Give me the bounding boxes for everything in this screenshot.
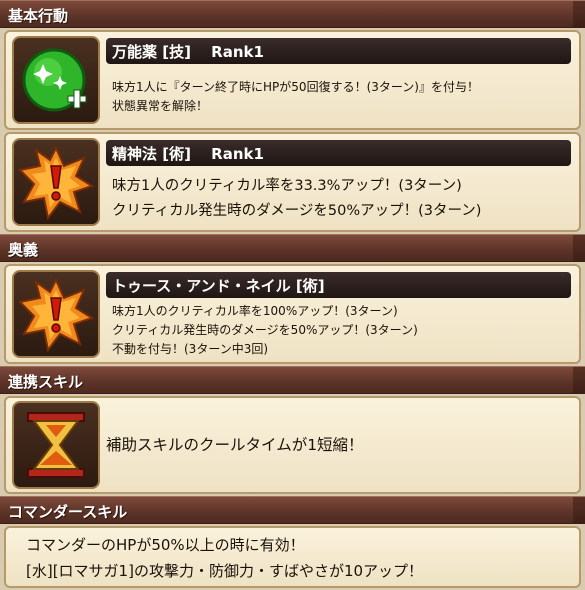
hourglass-icon	[27, 412, 85, 478]
skill-card-bannouyaku[interactable]: 万能薬 [技] Rank1 味方1人に『ターン終了時にHPが50回復する！(3タ…	[4, 30, 581, 130]
skill-icon-frame	[12, 401, 100, 489]
skill-card-seishinhou[interactable]: 精神法 [術] Rank1 味方1人のクリティカル率を33.3%アップ！(3ター…	[4, 132, 581, 232]
section-title: 連携スキル	[8, 373, 84, 391]
description-line: 味方1人のクリティカル率を33.3%アップ！(3ターン)	[112, 178, 462, 194]
description-line: 味方1人のクリティカル率を100%アップ！(3ターン)	[112, 304, 398, 318]
section-title: コマンダースキル	[8, 503, 128, 521]
section-header-commander: コマンダースキル	[0, 496, 585, 524]
description-line: クリティカル発生時のダメージを50%アップ！(3ターン)	[112, 203, 482, 219]
section-title: 奥義	[8, 241, 39, 259]
description-line: 補助スキルのクールタイムが1短縮！	[106, 436, 364, 454]
green-potion-heal-icon	[22, 48, 87, 112]
skill-description: 味方1人に『ターン終了時にHPが50回復する！(3ターン)』を付与！ 状態異常を…	[112, 78, 479, 116]
skill-description: 味方1人のクリティカル率を100%アップ！(3ターン) クリティカル発生時のダメ…	[112, 302, 418, 359]
commander-description: コマンダーのHPが50%以上の時に有効！ [水][ロマサガ1]の攻撃力・防御力・…	[26, 532, 423, 584]
exclamation-burst-icon	[18, 277, 94, 352]
skill-title: 精神法 [術] Rank1	[112, 145, 264, 163]
skill-icon-frame	[12, 138, 100, 226]
description-line: 状態異常を解除！	[112, 99, 209, 113]
header-cap	[573, 497, 585, 523]
skill-description: 補助スキルのクールタイムが1短縮！	[106, 433, 364, 458]
skill-card-renkei[interactable]: 補助スキルのクールタイムが1短縮！	[4, 396, 581, 494]
description-line: [水][ロマサガ1]の攻撃力・防御力・すばやさが10アップ！	[26, 562, 424, 580]
header-cap	[573, 235, 585, 261]
skill-title: トゥース・アンド・ネイル [術]	[112, 277, 325, 295]
skill-icon-frame	[12, 36, 100, 124]
skill-title: 万能薬 [技] Rank1	[112, 43, 264, 61]
header-cap	[573, 367, 585, 393]
section-title: 基本行動	[8, 7, 69, 25]
description-line: コマンダーのHPが50%以上の時に有効！	[26, 536, 305, 554]
section-header-renkei: 連携スキル	[0, 366, 585, 394]
description-line: クリティカル発生時のダメージを50%アップ！(3ターン)	[112, 323, 418, 337]
commander-skill-card[interactable]: コマンダーのHPが50%以上の時に有効！ [水][ロマサガ1]の攻撃力・防御力・…	[4, 526, 581, 588]
skill-title-bar: 万能薬 [技] Rank1	[106, 38, 571, 64]
skill-description: 味方1人のクリティカル率を33.3%アップ！(3ターン) クリティカル発生時のダ…	[112, 174, 481, 224]
skill-card-tooth-and-nail[interactable]: トゥース・アンド・ネイル [術] 味方1人のクリティカル率を100%アップ！(3…	[4, 264, 581, 364]
section-header-ougi: 奥義	[0, 234, 585, 262]
section-header-basic: 基本行動	[0, 0, 585, 28]
header-cap	[573, 1, 585, 27]
exclamation-burst-icon	[18, 145, 94, 220]
description-line: 味方1人に『ターン終了時にHPが50回復する！(3ターン)』を付与！	[112, 80, 479, 94]
skill-title-bar: トゥース・アンド・ネイル [術]	[106, 272, 571, 298]
description-line: 不動を付与！(3ターン中3回)	[112, 342, 269, 356]
skill-title-bar: 精神法 [術] Rank1	[106, 140, 571, 166]
skill-icon-frame	[12, 270, 100, 358]
